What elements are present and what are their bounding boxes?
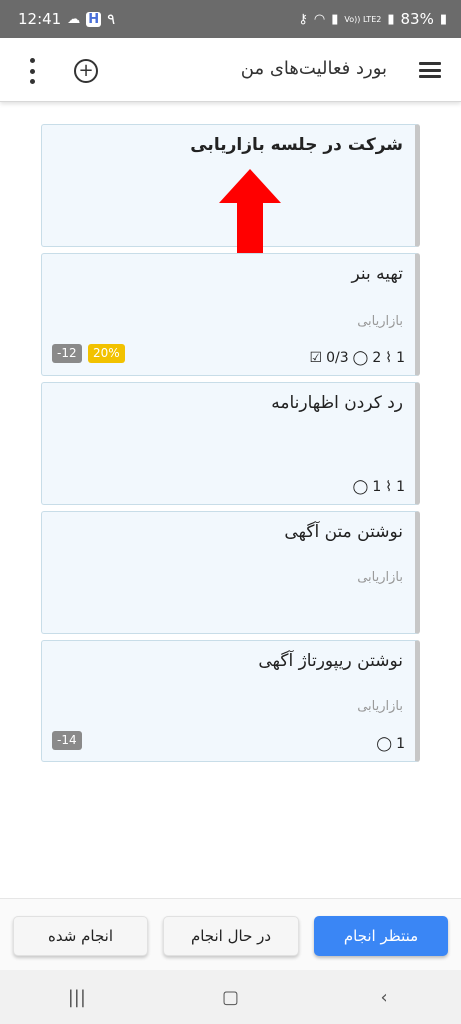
signal-icon: ▮ bbox=[331, 11, 339, 27]
task-title: شرکت در جلسه بازاریابی bbox=[190, 135, 403, 155]
attachment-icon: ⌇ bbox=[385, 350, 393, 366]
comment-icon: ◯ bbox=[376, 736, 393, 752]
tab-done[interactable]: انجام شده bbox=[13, 916, 148, 956]
status-right: ⚷ ◠ ▮ Vo)) LTE2 ▮ 83% ▮ bbox=[298, 10, 447, 28]
status-time: 12:41 bbox=[18, 10, 62, 28]
status-extra: ۹ bbox=[107, 10, 116, 28]
days-badge: -14 bbox=[52, 731, 82, 750]
battery-icon: ▮ bbox=[439, 11, 447, 27]
signal2-icon: ▮ bbox=[387, 11, 395, 27]
attachment-icon: ⌇ bbox=[385, 479, 393, 495]
tab-pending[interactable]: منتظر انجام bbox=[314, 916, 448, 956]
task-title: تهیه بنر bbox=[351, 264, 403, 284]
task-stats: ☑ 0/3 ◯ 2 ⌇ 1 bbox=[310, 350, 405, 366]
cloud-icon: ☁ bbox=[67, 11, 81, 27]
home-icon[interactable]: ▢ bbox=[200, 977, 260, 1017]
recent-apps-icon[interactable]: ||| bbox=[47, 977, 107, 1017]
attachment-count: 1 bbox=[396, 479, 405, 495]
wifi-icon: ◠ bbox=[313, 11, 326, 27]
hamburger-menu-icon[interactable] bbox=[419, 62, 441, 78]
comment-count: 1 bbox=[372, 479, 382, 495]
status-bar: 12:41 ☁ H ۹ ⚷ ◠ ▮ Vo)) LTE2 ▮ 83% ▮ bbox=[0, 0, 461, 38]
checklist-count: 0/3 bbox=[326, 350, 349, 366]
battery-level: 83% bbox=[400, 10, 434, 28]
task-label: بازاریابی bbox=[357, 314, 403, 329]
system-nav-bar: ||| ▢ ‹ bbox=[0, 970, 461, 1024]
comment-icon: ◯ bbox=[352, 479, 369, 495]
task-card[interactable]: نوشتن ریپورتاژ آگهی بازاریابی ◯ 1 -14 bbox=[41, 640, 420, 762]
key-icon: ⚷ bbox=[298, 11, 308, 27]
comment-icon: ◯ bbox=[352, 350, 369, 366]
task-card[interactable]: رد کردن اظهارنامه ◯ 1 ⌇ 1 bbox=[41, 382, 420, 505]
task-title: نوشتن متن آگهی bbox=[284, 522, 403, 542]
tab-in-progress[interactable]: در حال انجام bbox=[163, 916, 299, 956]
page-title: بورد فعالیت‌های من bbox=[240, 58, 387, 79]
checklist-icon: ☑ bbox=[309, 350, 323, 366]
more-options-icon[interactable] bbox=[22, 58, 42, 84]
app-notification-icon: H bbox=[86, 11, 102, 27]
task-title: رد کردن اظهارنامه bbox=[271, 393, 403, 413]
days-badge: -12 bbox=[52, 344, 82, 363]
status-tabs: منتظر انجام در حال انجام انجام شده bbox=[0, 898, 461, 970]
comment-count: 1 bbox=[396, 736, 405, 752]
up-arrow-icon bbox=[219, 169, 281, 253]
add-task-icon[interactable]: + bbox=[74, 59, 98, 83]
back-icon[interactable]: ‹ bbox=[354, 977, 414, 1017]
task-card[interactable]: نوشتن متن آگهی بازاریابی bbox=[41, 511, 420, 634]
task-stats: ◯ 1 ⌇ 1 bbox=[353, 479, 405, 495]
task-title: نوشتن ریپورتاژ آگهی bbox=[258, 651, 403, 671]
task-stats: ◯ 1 bbox=[376, 736, 405, 752]
task-card[interactable]: تهیه بنر بازاریابی ☑ 0/3 ◯ 2 ⌇ 1 -12 20% bbox=[41, 253, 420, 376]
network-label: Vo)) LTE2 bbox=[344, 14, 382, 24]
task-label: بازاریابی bbox=[357, 699, 403, 714]
task-label: بازاریابی bbox=[357, 570, 403, 585]
app-bar: + بورد فعالیت‌های من bbox=[0, 38, 461, 102]
attachment-count: 1 bbox=[396, 350, 405, 366]
status-left: 12:41 ☁ H ۹ bbox=[18, 10, 115, 28]
comment-count: 2 bbox=[372, 350, 382, 366]
percent-badge: 20% bbox=[88, 344, 125, 363]
